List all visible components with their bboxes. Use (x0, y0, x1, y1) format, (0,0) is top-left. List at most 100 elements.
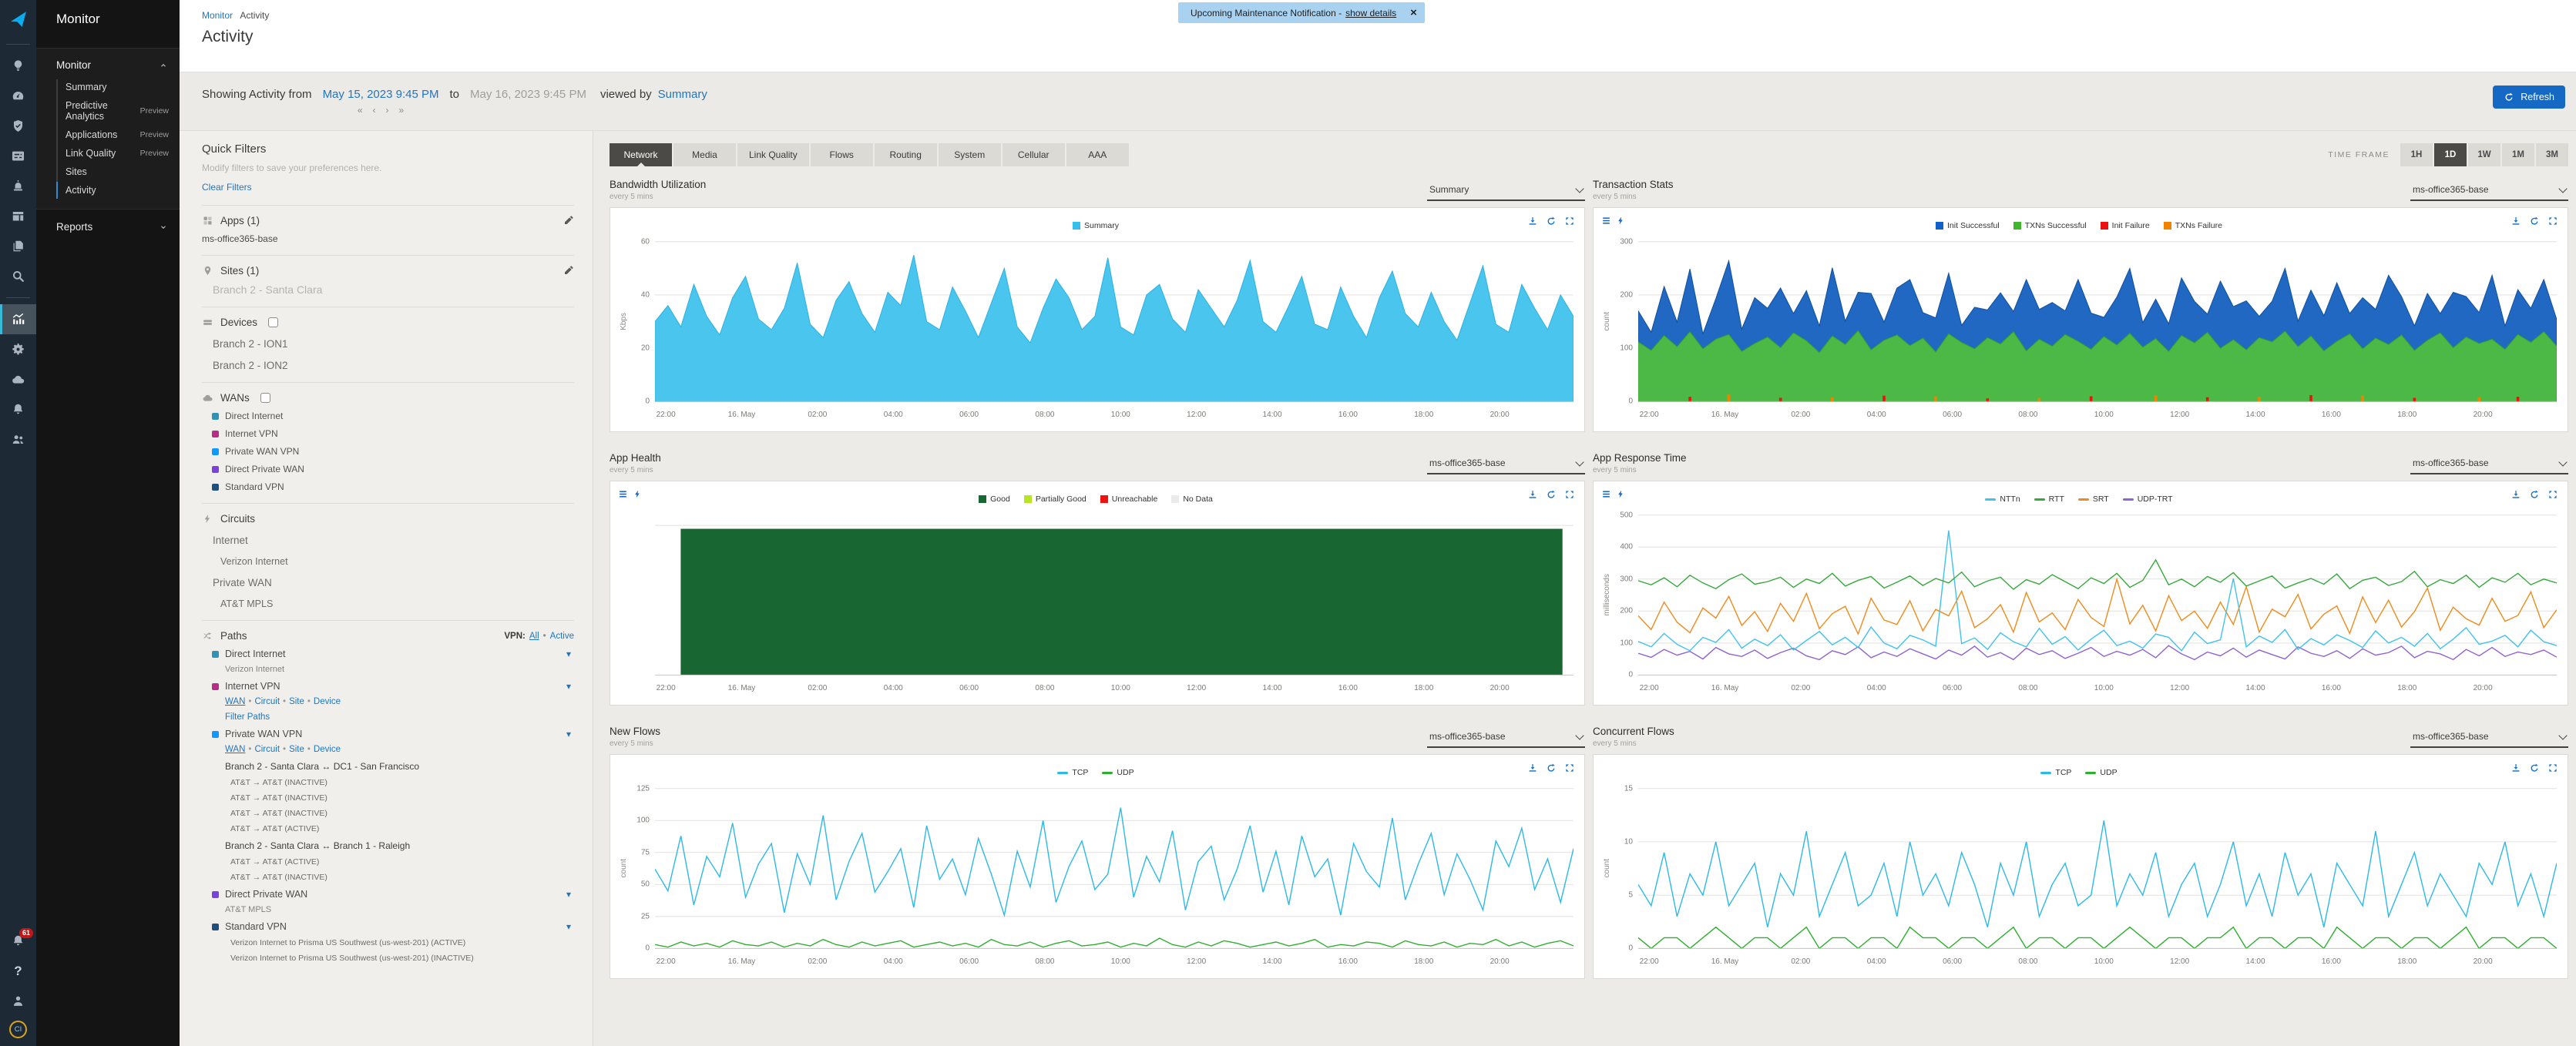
legend-init-failure[interactable]: Init Failure (2101, 221, 2150, 230)
legend-srt[interactable]: SRT (2078, 495, 2109, 504)
chevron-down-icon[interactable]: ▾ (566, 681, 571, 692)
sidebar-item-predictive-analytics[interactable]: Predictive AnalyticsPreview (56, 96, 180, 126)
path-group-header[interactable]: Private WAN VPN▾ (202, 729, 574, 739)
chart-scope-select[interactable]: ms-office365-base (2410, 731, 2568, 748)
timeframe-3m[interactable]: 3M (2536, 143, 2568, 166)
sidebar-item-applications[interactable]: ApplicationsPreview (56, 126, 180, 144)
legend-tcp[interactable]: TCP (2040, 768, 2071, 777)
rail-item-settings[interactable] (0, 334, 36, 364)
timeframe-1w[interactable]: 1W (2468, 143, 2500, 166)
scope-link-circuit[interactable]: Circuit (254, 697, 280, 706)
rail-item-security[interactable] (0, 111, 36, 141)
legend-no-data[interactable]: No Data (1171, 495, 1213, 504)
rail-item-alarms[interactable] (0, 394, 36, 424)
expand-icon[interactable] (1564, 489, 1575, 504)
scope-link-site[interactable]: Site (289, 697, 304, 706)
clear-filters-link[interactable]: Clear Filters (202, 182, 252, 193)
legend-udp-trt[interactable]: UDP-TRT (2123, 495, 2173, 504)
edit-pencil-icon[interactable] (563, 265, 574, 277)
rail-item-incidents[interactable] (0, 171, 36, 201)
expand-icon[interactable] (2547, 489, 2558, 504)
rail-item-cloud-services[interactable] (0, 364, 36, 394)
expand-icon[interactable] (2547, 763, 2558, 777)
scope-link-circuit[interactable]: Circuit (254, 745, 280, 754)
legend-tcp[interactable]: TCP (1057, 768, 1088, 777)
tab-system[interactable]: System (939, 143, 1001, 166)
scope-link-site[interactable]: Site (289, 745, 304, 754)
refresh-icon[interactable] (1546, 216, 1557, 230)
legend-txns-successful[interactable]: TXNs Successful (2013, 221, 2087, 230)
tab-routing[interactable]: Routing (875, 143, 937, 166)
refresh-icon[interactable] (2529, 763, 2540, 777)
rail-item-search[interactable] (0, 261, 36, 291)
tab-cellular[interactable]: Cellular (1003, 143, 1065, 166)
path-group-header[interactable]: Direct Internet▾ (202, 649, 574, 659)
legend-txns-failure[interactable]: TXNs Failure (2164, 221, 2222, 230)
viewed-by-link[interactable]: Summary (658, 88, 707, 101)
chevron-down-icon[interactable]: ▾ (566, 889, 571, 900)
rail-item-insights[interactable] (0, 51, 36, 81)
chart-scope-select[interactable]: ms-office365-base (1427, 458, 1585, 474)
tab-aaa[interactable]: AAA (1066, 143, 1129, 166)
refresh-icon[interactable] (1546, 489, 1557, 504)
path-group-header[interactable]: Internet VPN▾ (202, 681, 574, 692)
scope-link-wan[interactable]: WAN (225, 697, 245, 706)
chart-scope-select[interactable]: Summary (1427, 184, 1585, 201)
chevron-down-icon[interactable]: ▾ (566, 921, 571, 932)
chart-scope-select[interactable]: ms-office365-base (2410, 458, 2568, 474)
download-icon[interactable] (2511, 216, 2521, 230)
table-view-icon[interactable] (1601, 216, 1611, 230)
help-icon[interactable]: ? (0, 956, 36, 986)
tab-link-quality[interactable]: Link Quality (737, 143, 809, 166)
lightning-icon[interactable] (633, 489, 643, 503)
refresh-button[interactable]: Refresh (2493, 85, 2565, 109)
download-icon[interactable] (1527, 216, 1538, 230)
edit-pencil-icon[interactable] (563, 215, 574, 226)
breadcrumb-monitor[interactable]: Monitor (202, 10, 233, 21)
download-icon[interactable] (1527, 489, 1538, 504)
table-view-icon[interactable] (618, 489, 628, 503)
timeframe-1m[interactable]: 1M (2502, 143, 2534, 166)
date-from[interactable]: May 15, 2023 9:45 PM (323, 88, 439, 101)
legend-rtt[interactable]: RTT (2034, 495, 2064, 504)
scope-link-wan[interactable]: WAN (225, 745, 245, 754)
tab-network[interactable]: Network (610, 143, 672, 166)
sidebar-item-reports[interactable]: Reports (36, 210, 180, 244)
date-nav-next[interactable]: › (386, 105, 389, 116)
download-icon[interactable] (2511, 489, 2521, 504)
rail-item-workflows[interactable] (0, 201, 36, 231)
chevron-down-icon[interactable]: ▾ (566, 649, 571, 659)
vpn-active-link[interactable]: Active (550, 632, 574, 641)
rail-item-user-management[interactable] (0, 424, 36, 454)
path-row[interactable]: Filter Paths (202, 712, 574, 722)
account-icon[interactable] (0, 986, 36, 1016)
legend-nttn[interactable]: NTTn (1985, 495, 2020, 504)
download-icon[interactable] (2511, 763, 2521, 777)
lightning-icon[interactable] (1616, 489, 1626, 503)
chart-scope-select[interactable]: ms-office365-base (1427, 731, 1585, 748)
scope-link-device[interactable]: Device (314, 745, 341, 754)
rail-item-monitor[interactable] (0, 304, 36, 334)
notifications-bell-icon[interactable]: 61 (0, 926, 36, 956)
sidebar-item-link-quality[interactable]: Link QualityPreview (56, 144, 180, 163)
expand-icon[interactable] (1564, 763, 1575, 777)
banner-show-details-link[interactable]: show details (1345, 8, 1396, 18)
scope-link-device[interactable]: Device (314, 697, 341, 706)
download-icon[interactable] (1527, 763, 1538, 777)
rail-item-reports[interactable] (0, 231, 36, 261)
tab-flows[interactable]: Flows (811, 143, 873, 166)
legend-unreachable[interactable]: Unreachable (1100, 495, 1158, 504)
sidebar-item-sites[interactable]: Sites (56, 163, 180, 181)
chevron-down-icon[interactable]: ▾ (566, 729, 571, 739)
checkbox[interactable] (260, 393, 270, 403)
path-group-header[interactable]: Standard VPN▾ (202, 921, 574, 932)
vpn-all-link[interactable]: All (529, 632, 539, 641)
sidebar-item-activity[interactable]: Activity (56, 181, 180, 199)
timeframe-1h[interactable]: 1H (2400, 143, 2433, 166)
date-to[interactable]: May 16, 2023 9:45 PM (470, 88, 586, 101)
refresh-icon[interactable] (2529, 216, 2540, 230)
path-group-header[interactable]: Direct Private WAN▾ (202, 889, 574, 900)
tab-media[interactable]: Media (673, 143, 736, 166)
expand-icon[interactable] (2547, 216, 2558, 230)
prisma-logo-icon[interactable] (8, 8, 29, 30)
